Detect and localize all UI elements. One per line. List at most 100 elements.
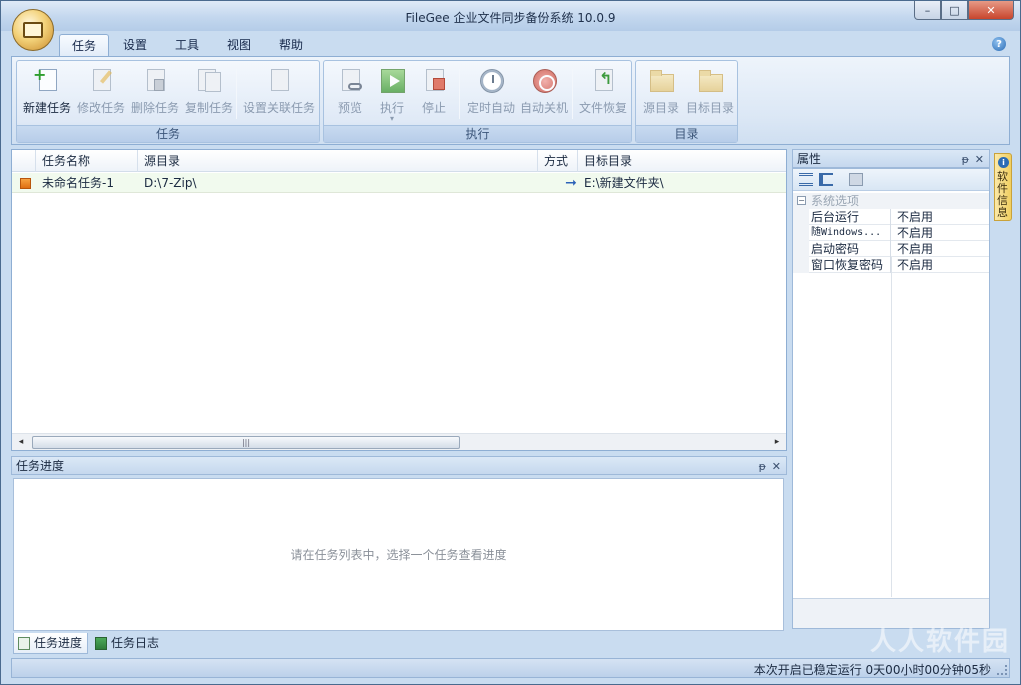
properties-grid: − 系统选项 后台运行 不启用 随Windows... 不启用 启动密码 不启用… <box>792 168 990 629</box>
resize-grip-icon[interactable] <box>997 665 1007 675</box>
property-row[interactable]: 后台运行 不启用 <box>793 209 989 225</box>
tab-task-progress[interactable]: 任务进度 <box>13 633 89 654</box>
column-header-name[interactable]: 任务名称 <box>36 150 138 172</box>
edit-task-label: 修改任务 <box>76 101 125 115</box>
scroll-thumb[interactable]: ||| <box>32 436 460 449</box>
folder-icon <box>647 67 675 95</box>
tab-view[interactable]: 视图 <box>215 34 263 56</box>
property-category-label: 系统选项 <box>811 194 860 208</box>
property-key: 窗口恢复密码 <box>809 257 891 273</box>
software-info-label: 软件信息 <box>997 170 1008 219</box>
help-icon[interactable]: ? <box>992 37 1006 51</box>
copy-task-icon <box>195 67 223 95</box>
alphabetical-view-icon[interactable] <box>819 173 833 186</box>
file-restore-label: 文件恢复 <box>578 101 627 115</box>
watermark: 人人软件园 <box>869 627 1010 657</box>
tab-settings[interactable]: 设置 <box>111 34 159 56</box>
status-bar: 本次开启已稳定运行 0天00小时00分钟05秒 <box>11 658 1010 678</box>
task-icon <box>20 178 31 189</box>
collapse-icon[interactable]: − <box>797 196 806 205</box>
app-menu-button[interactable] <box>12 9 54 51</box>
title-bar: FileGee 企业文件同步备份系统 10.0.9 – □ ✕ <box>1 1 1020 31</box>
restore-icon: ↰ <box>589 67 617 95</box>
window-title: FileGee 企业文件同步备份系统 10.0.9 <box>405 11 616 25</box>
scroll-right-button[interactable]: ▸ <box>770 436 784 449</box>
progress-panel-title: 任务进度 ᵽ ✕ <box>11 456 787 475</box>
link-task-icon <box>265 67 293 95</box>
tab-task-log-label: 任务日志 <box>111 636 160 650</box>
delete-task-button[interactable]: 删除任务 <box>127 65 183 119</box>
edit-task-button[interactable]: 修改任务 <box>73 65 129 119</box>
group-task-label: 任务 <box>17 125 319 142</box>
property-row[interactable]: 启动密码 不启用 <box>793 241 989 257</box>
tab-task-log[interactable]: 任务日志 <box>91 633 164 654</box>
scheduled-button[interactable]: 定时自动 <box>464 65 518 119</box>
property-row[interactable]: 随Windows... 不启用 <box>793 225 989 241</box>
auto-shutdown-label: 自动关机 <box>519 101 568 115</box>
tab-help[interactable]: 帮助 <box>267 34 315 56</box>
properties-toolbar <box>793 169 989 191</box>
ribbon-tab-bar: 任务 设置 工具 视图 帮助 ? <box>11 32 1010 56</box>
categorized-view-icon[interactable] <box>799 173 813 186</box>
property-key: 启动密码 <box>809 241 891 257</box>
log-book-icon <box>95 637 107 650</box>
property-value[interactable]: 不启用 <box>895 225 933 241</box>
auto-shutdown-button[interactable]: 自动关机 <box>517 65 571 119</box>
edit-task-icon <box>87 67 115 95</box>
close-button[interactable]: ✕ <box>968 1 1014 20</box>
stop-button[interactable]: 停止 <box>412 65 456 119</box>
file-restore-button[interactable]: ↰ 文件恢复 <box>576 65 630 119</box>
target-dir-button[interactable]: 目标目录 <box>684 65 736 119</box>
column-divider[interactable] <box>891 257 892 597</box>
scroll-left-button[interactable]: ◂ <box>14 436 28 449</box>
tab-task[interactable]: 任务 <box>59 34 110 56</box>
new-task-button[interactable]: + 新建任务 <box>19 65 75 119</box>
separator <box>236 69 237 119</box>
preview-button[interactable]: 预览 <box>328 65 372 119</box>
copy-task-label: 复制任务 <box>184 101 233 115</box>
task-source-cell: D:\7-Zip\ <box>144 176 197 190</box>
copy-task-button[interactable]: 复制任务 <box>181 65 237 119</box>
column-header-source[interactable]: 源目录 <box>138 150 538 172</box>
source-dir-label: 源目录 <box>642 101 679 115</box>
preview-icon <box>336 67 364 95</box>
maximize-button[interactable]: □ <box>941 1 968 20</box>
progress-hint: 请在任务列表中，选择一个任务查看进度 <box>290 548 507 562</box>
column-header-target[interactable]: 目标目录 <box>578 150 786 172</box>
horizontal-scrollbar[interactable]: ◂ ||| ▸ <box>12 433 786 450</box>
stop-label: 停止 <box>421 101 446 115</box>
window-controls: – □ ✕ <box>914 1 1014 20</box>
task-name-cell: 未命名任务-1 <box>42 176 114 190</box>
group-exec: 预览 执行 ▾ 停止 定时自动 自动关机 ↰ 文件恢复 执行 <box>323 60 632 143</box>
folder-icon <box>696 67 724 95</box>
app-window: FileGee 企业文件同步备份系统 10.0.9 – □ ✕ 任务 设置 工具… <box>0 0 1021 685</box>
close-icon[interactable]: ✕ <box>772 457 781 476</box>
ribbon: + 新建任务 修改任务 删除任务 复制任务 设置关联任务 任务 预览 执行 ▾ … <box>11 56 1010 145</box>
pin-icon[interactable]: ᵽ <box>962 150 969 169</box>
preview-label: 预览 <box>337 101 362 115</box>
run-button[interactable]: 执行 ▾ <box>370 65 414 123</box>
source-dir-button[interactable]: 源目录 <box>638 65 684 119</box>
progress-panel-body: 请在任务列表中，选择一个任务查看进度 <box>13 478 784 631</box>
table-row[interactable]: 未命名任务-1 D:\7-Zip\ ➞ E:\新建文件夹\ <box>12 173 786 193</box>
separator <box>572 69 573 119</box>
property-value[interactable]: 不启用 <box>895 257 933 273</box>
close-icon[interactable]: ✕ <box>975 150 984 169</box>
tab-task-progress-label: 任务进度 <box>34 636 83 650</box>
column-icon <box>12 150 36 172</box>
link-task-label: 设置关联任务 <box>242 101 315 115</box>
run-dropdown-icon[interactable]: ▾ <box>370 115 414 123</box>
uptime-status: 本次开启已稳定运行 0天00小时00分钟05秒 <box>753 663 991 677</box>
tab-tools[interactable]: 工具 <box>163 34 211 56</box>
clock-icon <box>477 67 505 95</box>
property-category[interactable]: − 系统选项 <box>793 193 989 209</box>
column-header-mode[interactable]: 方式 <box>538 150 578 172</box>
property-value[interactable]: 不启用 <box>895 241 933 257</box>
save-icon[interactable] <box>849 173 863 186</box>
minimize-button[interactable]: – <box>914 1 941 20</box>
software-info-side-tab[interactable]: i 软件信息 <box>994 153 1012 221</box>
link-task-button[interactable]: 设置关联任务 <box>241 65 317 119</box>
pin-icon[interactable]: ᵽ <box>759 457 766 476</box>
progress-panel-label: 任务进度 <box>16 459 65 473</box>
property-value[interactable]: 不启用 <box>895 209 933 225</box>
